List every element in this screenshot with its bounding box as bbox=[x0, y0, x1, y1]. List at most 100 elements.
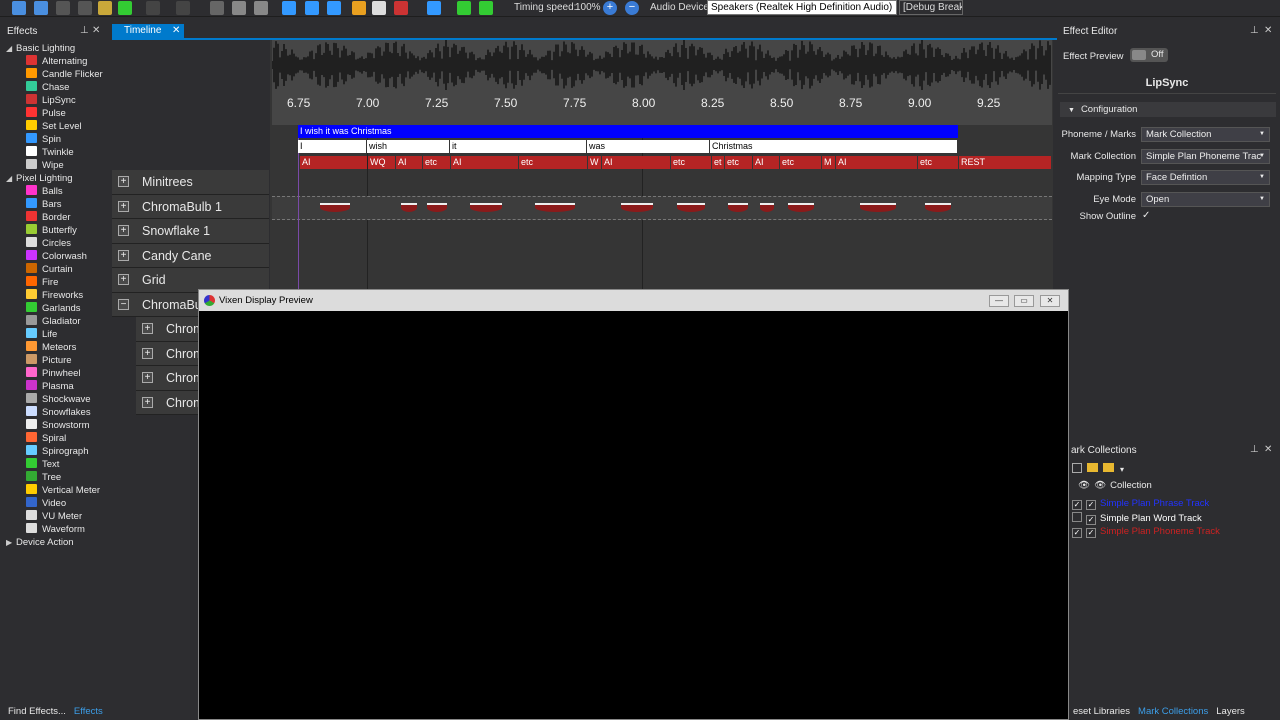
tree-item[interactable]: Gladiator bbox=[4, 315, 105, 328]
align-icon[interactable] bbox=[457, 1, 471, 15]
tree-item[interactable]: Spiral bbox=[4, 432, 105, 445]
phoneme-mark[interactable]: AI bbox=[602, 156, 670, 169]
cut-icon[interactable] bbox=[210, 1, 224, 15]
phoneme-mark[interactable]: WQ bbox=[368, 156, 395, 169]
tree-item[interactable]: Wipe bbox=[4, 159, 105, 172]
debug-break-button[interactable]: [Debug Break] bbox=[899, 0, 963, 15]
snap-icon[interactable] bbox=[427, 1, 441, 15]
loop-icon[interactable] bbox=[98, 1, 112, 15]
tree-item[interactable]: Text bbox=[4, 458, 105, 471]
tree-item[interactable]: Balls bbox=[4, 185, 105, 198]
tree-item[interactable]: Butterfly bbox=[4, 224, 105, 237]
phoneme-mark[interactable]: W bbox=[588, 156, 601, 169]
paste-icon[interactable] bbox=[254, 1, 268, 15]
word-mark[interactable]: it bbox=[450, 140, 586, 153]
mark-collection-item[interactable]: ✓ ✓ Simple Plan Phrase Track bbox=[1072, 498, 1209, 511]
tree-item[interactable]: Alternating bbox=[4, 55, 105, 68]
tree-category[interactable]: ◢ Pixel Lighting bbox=[4, 172, 105, 185]
tree-item[interactable]: Curtain bbox=[4, 263, 105, 276]
maximize-button[interactable]: ▭ bbox=[1014, 295, 1034, 307]
word-mark[interactable]: Christmas bbox=[710, 140, 957, 153]
tree-item[interactable]: Snowflakes bbox=[4, 406, 105, 419]
zoom-out-icon[interactable] bbox=[327, 1, 341, 15]
audio-device-select[interactable]: Speakers (Realtek High Definition Audio) bbox=[707, 0, 897, 15]
copy-icon[interactable] bbox=[232, 1, 246, 15]
phoneme-mark[interactable]: etc bbox=[780, 156, 821, 169]
speed-up-button[interactable]: + bbox=[603, 1, 617, 15]
phoneme-mark[interactable]: AI bbox=[300, 156, 367, 169]
rewind-icon[interactable] bbox=[12, 1, 26, 15]
tab-mark-collections[interactable]: Mark Collections bbox=[1134, 705, 1212, 718]
configuration-section[interactable]: ▼ Configuration bbox=[1060, 102, 1276, 117]
folder-icon[interactable] bbox=[1087, 463, 1098, 472]
tree-item[interactable]: Chase bbox=[4, 81, 105, 94]
tree-item[interactable]: Pulse bbox=[4, 107, 105, 120]
expand-icon[interactable]: + bbox=[118, 200, 129, 212]
select-icon[interactable] bbox=[372, 1, 386, 15]
expand-icon[interactable]: ◢ bbox=[6, 42, 16, 55]
tree-item[interactable]: Twinkle bbox=[4, 146, 105, 159]
preview-title-bar[interactable]: Vixen Display Preview — ▭ ✕ bbox=[199, 290, 1068, 311]
property-select[interactable]: Simple Plan Phoneme Trac ▼ bbox=[1141, 148, 1270, 164]
tree-item[interactable]: Snowstorm bbox=[4, 419, 105, 432]
word-mark[interactable]: wish bbox=[367, 140, 449, 153]
distribute-icon[interactable] bbox=[479, 1, 493, 15]
pin-icon[interactable]: ⊥ bbox=[1250, 25, 1259, 36]
tree-category[interactable]: ▶ Device Action bbox=[4, 536, 105, 549]
tree-category[interactable]: ◢ Basic Lighting bbox=[4, 42, 105, 55]
tree-item[interactable]: Shockwave bbox=[4, 393, 105, 406]
visible-checkbox[interactable]: ✓ bbox=[1072, 500, 1082, 510]
tree-item[interactable]: Candle Flicker bbox=[4, 68, 105, 81]
tab-find-effects[interactable]: Find Effects... bbox=[4, 705, 70, 718]
timeline-row[interactable]: + Minitrees bbox=[112, 170, 269, 195]
open-folder-icon[interactable] bbox=[1103, 463, 1114, 472]
zoom-in-icon[interactable] bbox=[305, 1, 319, 15]
speed-down-button[interactable]: − bbox=[625, 1, 639, 15]
phoneme-mark[interactable]: etc bbox=[918, 156, 958, 169]
tree-item[interactable]: Set Level bbox=[4, 120, 105, 133]
phoneme-mark[interactable]: et bbox=[712, 156, 724, 169]
expand-icon[interactable]: + bbox=[118, 225, 129, 236]
phoneme-mark[interactable]: AI bbox=[451, 156, 518, 169]
phrase-mark[interactable]: I wish it was Christmas bbox=[298, 125, 958, 138]
close-icon[interactable]: ✕ bbox=[1264, 25, 1272, 36]
phoneme-mark[interactable]: etc bbox=[725, 156, 752, 169]
play-icon[interactable] bbox=[34, 1, 48, 15]
tree-item[interactable]: Border bbox=[4, 211, 105, 224]
tab-timeline[interactable]: Timeline ✕ bbox=[112, 24, 184, 38]
undo-icon[interactable] bbox=[146, 1, 160, 15]
expand-icon[interactable]: + bbox=[142, 372, 153, 383]
word-mark[interactable]: I bbox=[298, 140, 366, 153]
close-icon[interactable]: ✕ bbox=[1264, 444, 1272, 455]
tree-item[interactable]: Colorwash bbox=[4, 250, 105, 263]
phoneme-mark[interactable]: etc bbox=[423, 156, 450, 169]
mark-collection-item[interactable]: ✓ ✓ Simple Plan Phoneme Track bbox=[1072, 526, 1220, 539]
expand-icon[interactable]: ◢ bbox=[6, 172, 16, 185]
new-collection-icon[interactable] bbox=[1072, 463, 1082, 473]
expand-icon[interactable]: + bbox=[142, 396, 153, 408]
phoneme-mark[interactable]: etc bbox=[519, 156, 587, 169]
phoneme-mark[interactable]: REST bbox=[959, 156, 1051, 169]
tree-item[interactable]: Waveform bbox=[4, 523, 105, 536]
redo-icon[interactable] bbox=[176, 1, 190, 15]
tree-item[interactable]: Fireworks bbox=[4, 289, 105, 302]
property-select[interactable]: Face Defintion ▼ bbox=[1141, 170, 1270, 185]
tab-preset-libraries[interactable]: eset Libraries bbox=[1069, 705, 1134, 718]
tree-item[interactable]: Vertical Meter bbox=[4, 484, 105, 497]
audio-icon[interactable] bbox=[282, 1, 296, 15]
tree-item[interactable]: Picture bbox=[4, 354, 105, 367]
expand-icon[interactable]: + bbox=[118, 176, 129, 187]
time-ruler[interactable]: 6.75 7.00 7.25 7.50 7.75 8.00 8.25 8.50 8.75 9.00… bbox=[272, 90, 1052, 125]
enabled-checkbox[interactable]: ✓ bbox=[1086, 500, 1096, 510]
show-outline-checkbox[interactable]: ✓ bbox=[1142, 210, 1150, 221]
timeline-row[interactable]: + Snowflake 1 bbox=[112, 219, 269, 244]
minimize-button[interactable]: — bbox=[989, 295, 1009, 307]
tree-item[interactable]: Pinwheel bbox=[4, 367, 105, 380]
tree-item[interactable]: Meteors bbox=[4, 341, 105, 354]
tree-item[interactable]: Garlands bbox=[4, 302, 105, 315]
display-preview-window[interactable]: Vixen Display Preview — ▭ ✕ bbox=[198, 289, 1069, 720]
tab-layers[interactable]: Layers bbox=[1212, 705, 1249, 718]
collapse-icon[interactable]: ▶ bbox=[6, 536, 16, 549]
mark-collection-item[interactable]: ✓ Simple Plan Word Track bbox=[1072, 512, 1202, 525]
pin-icon[interactable]: ⊥ bbox=[80, 25, 89, 36]
